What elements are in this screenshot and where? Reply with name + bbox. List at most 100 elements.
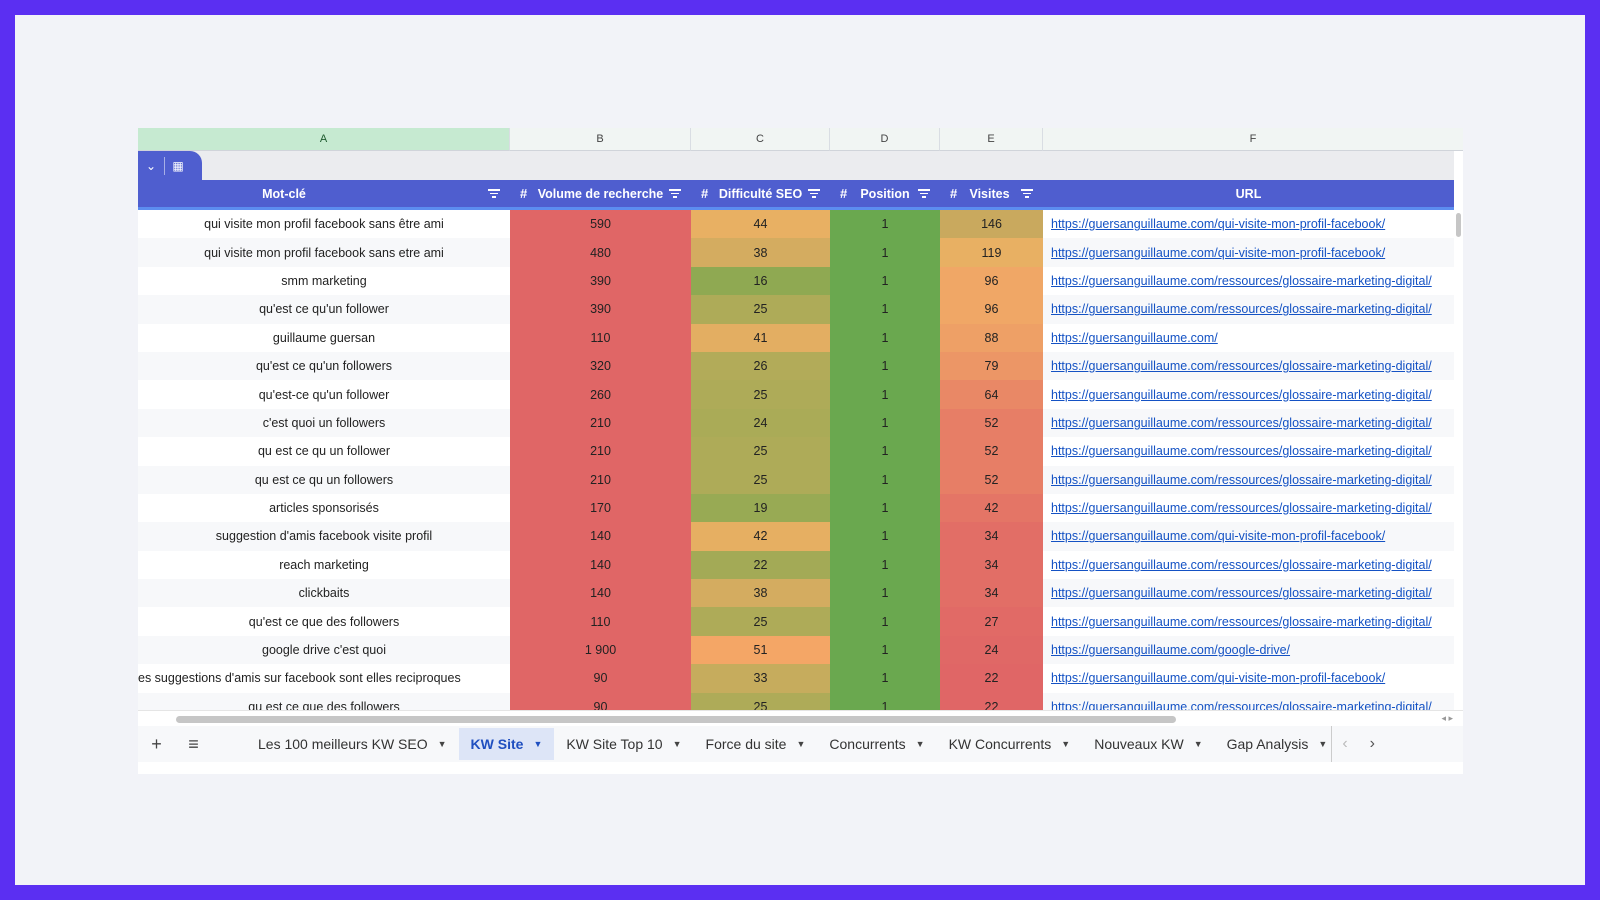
url-link[interactable]: https://guersanguillaume.com/qui-visite-… — [1051, 217, 1385, 231]
tab-menu-caret-icon[interactable]: ▼ — [438, 739, 447, 749]
volume-cell[interactable]: 320 — [510, 351, 691, 381]
url-cell[interactable]: https://guersanguillaume.com/google-driv… — [1043, 635, 1454, 665]
table-icon[interactable]: ▦ — [165, 151, 191, 180]
keyword-cell[interactable]: c'est quoi un followers — [138, 408, 510, 438]
visits-cell[interactable]: 24 — [940, 635, 1043, 665]
header-url[interactable]: URL — [1043, 180, 1454, 207]
scroll-tabs-left-icon[interactable]: ‹ — [1342, 735, 1347, 753]
keyword-cell[interactable]: smm marketing — [138, 266, 510, 296]
position-cell[interactable]: 1 — [830, 323, 940, 352]
collapse-table-icon[interactable]: ⌄ — [138, 151, 164, 180]
url-cell[interactable]: https://guersanguillaume.com/ — [1043, 323, 1454, 352]
tab-menu-caret-icon[interactable]: ▼ — [1318, 739, 1327, 749]
header-difficulty[interactable]: # Difficulté SEO — [691, 180, 830, 207]
filter-icon[interactable] — [918, 189, 930, 198]
position-cell[interactable]: 1 — [830, 579, 940, 608]
position-cell[interactable]: 1 — [830, 408, 940, 438]
visits-cell[interactable]: 52 — [940, 465, 1043, 494]
filter-icon[interactable] — [669, 189, 681, 198]
volume-cell[interactable]: 140 — [510, 550, 691, 580]
column-letter-e[interactable]: E — [940, 128, 1043, 151]
url-cell[interactable]: https://guersanguillaume.com/ressources/… — [1043, 465, 1454, 494]
all-sheets-icon[interactable]: ≡ — [175, 726, 212, 762]
url-cell[interactable]: https://guersanguillaume.com/ressources/… — [1043, 408, 1454, 438]
header-position[interactable]: # Position — [830, 180, 940, 207]
url-link[interactable]: https://guersanguillaume.com/google-driv… — [1051, 643, 1290, 657]
visits-cell[interactable]: 34 — [940, 550, 1043, 580]
keyword-cell[interactable]: google drive c'est quoi — [138, 635, 510, 665]
keyword-cell[interactable]: clickbaits — [138, 579, 510, 608]
position-cell[interactable]: 1 — [830, 437, 940, 466]
difficulty-cell[interactable]: 25 — [691, 607, 830, 636]
position-cell[interactable]: 1 — [830, 607, 940, 636]
header-volume[interactable]: # Volume de recherche — [510, 180, 691, 207]
sheet-tab[interactable]: KW Site Top 10 ▼ — [554, 728, 693, 760]
scroll-tabs-right-icon[interactable]: › — [1370, 735, 1375, 753]
volume-cell[interactable]: 1 900 — [510, 635, 691, 665]
url-link[interactable]: https://guersanguillaume.com/ — [1051, 331, 1218, 345]
url-link[interactable]: https://guersanguillaume.com/ressources/… — [1051, 586, 1432, 600]
url-cell[interactable]: https://guersanguillaume.com/ressources/… — [1043, 351, 1454, 381]
difficulty-cell[interactable]: 26 — [691, 351, 830, 381]
position-cell[interactable]: 1 — [830, 210, 940, 239]
tab-menu-caret-icon[interactable]: ▼ — [1194, 739, 1203, 749]
url-link[interactable]: https://guersanguillaume.com/ressources/… — [1051, 416, 1432, 430]
volume-cell[interactable]: 480 — [510, 238, 691, 267]
url-link[interactable]: https://guersanguillaume.com/qui-visite-… — [1051, 246, 1385, 260]
column-letter-a[interactable]: A — [138, 128, 510, 151]
keyword-cell[interactable]: guillaume guersan — [138, 323, 510, 352]
url-cell[interactable]: https://guersanguillaume.com/ressources/… — [1043, 295, 1454, 324]
url-cell[interactable]: https://guersanguillaume.com/ressources/… — [1043, 380, 1454, 409]
visits-cell[interactable]: 22 — [940, 664, 1043, 693]
url-cell[interactable]: https://guersanguillaume.com/ressources/… — [1043, 266, 1454, 296]
sheet-tab[interactable]: Force du site ▼ — [694, 728, 818, 760]
scroll-arrows[interactable]: ◂ ▸ — [1441, 713, 1453, 724]
sheet-tab[interactable]: Concurrents ▼ — [817, 728, 936, 760]
url-link[interactable]: https://guersanguillaume.com/ressources/… — [1051, 274, 1432, 288]
difficulty-cell[interactable]: 44 — [691, 210, 830, 239]
url-cell[interactable]: https://guersanguillaume.com/qui-visite-… — [1043, 522, 1454, 551]
volume-cell[interactable]: 590 — [510, 210, 691, 239]
volume-cell[interactable]: 170 — [510, 493, 691, 523]
visits-cell[interactable]: 146 — [940, 210, 1043, 239]
sheet-tab[interactable]: Les 100 meilleurs KW SEO ▼ — [246, 728, 459, 760]
url-link[interactable]: https://guersanguillaume.com/ressources/… — [1051, 359, 1432, 373]
position-cell[interactable]: 1 — [830, 493, 940, 523]
keyword-cell[interactable]: articles sponsorisés — [138, 493, 510, 523]
filter-icon[interactable] — [808, 189, 820, 198]
sheet-tab[interactable]: KW Site ▼ — [458, 728, 555, 760]
volume-cell[interactable]: 110 — [510, 607, 691, 636]
tab-menu-caret-icon[interactable]: ▼ — [533, 739, 542, 749]
difficulty-cell[interactable]: 38 — [691, 579, 830, 608]
difficulty-cell[interactable]: 42 — [691, 522, 830, 551]
keyword-cell[interactable]: qu est ce qu un follower — [138, 437, 510, 466]
position-cell[interactable]: 1 — [830, 635, 940, 665]
filter-icon[interactable] — [1021, 189, 1033, 198]
volume-cell[interactable]: 140 — [510, 579, 691, 608]
visits-cell[interactable]: 34 — [940, 522, 1043, 551]
difficulty-cell[interactable]: 25 — [691, 380, 830, 409]
volume-cell[interactable]: 90 — [510, 664, 691, 693]
position-cell[interactable]: 1 — [830, 380, 940, 409]
keyword-cell[interactable]: qu'est ce que des followers — [138, 607, 510, 636]
tab-menu-caret-icon[interactable]: ▼ — [916, 739, 925, 749]
url-cell[interactable]: https://guersanguillaume.com/qui-visite-… — [1043, 664, 1454, 693]
column-letter-b[interactable]: B — [510, 128, 691, 151]
sheet-tab[interactable]: Nouveaux KW ▼ — [1082, 728, 1214, 760]
volume-cell[interactable]: 210 — [510, 465, 691, 494]
column-letter-c[interactable]: C — [691, 128, 830, 151]
position-cell[interactable]: 1 — [830, 522, 940, 551]
sheet-tab[interactable]: KW Concurrents ▼ — [937, 728, 1083, 760]
url-link[interactable]: https://guersanguillaume.com/ressources/… — [1051, 501, 1432, 515]
url-link[interactable]: https://guersanguillaume.com/qui-visite-… — [1051, 529, 1385, 543]
url-cell[interactable]: https://guersanguillaume.com/ressources/… — [1043, 437, 1454, 466]
tab-menu-caret-icon[interactable]: ▼ — [1061, 739, 1070, 749]
keyword-cell[interactable]: qu'est ce qu'un followers — [138, 351, 510, 381]
keyword-cell[interactable]: qu'est-ce qu'un follower — [138, 380, 510, 409]
url-cell[interactable]: https://guersanguillaume.com/qui-visite-… — [1043, 238, 1454, 267]
visits-cell[interactable]: 96 — [940, 295, 1043, 324]
visits-cell[interactable]: 52 — [940, 408, 1043, 438]
url-link[interactable]: https://guersanguillaume.com/ressources/… — [1051, 558, 1432, 572]
header-visits[interactable]: # Visites — [940, 180, 1043, 207]
visits-cell[interactable]: 27 — [940, 607, 1043, 636]
